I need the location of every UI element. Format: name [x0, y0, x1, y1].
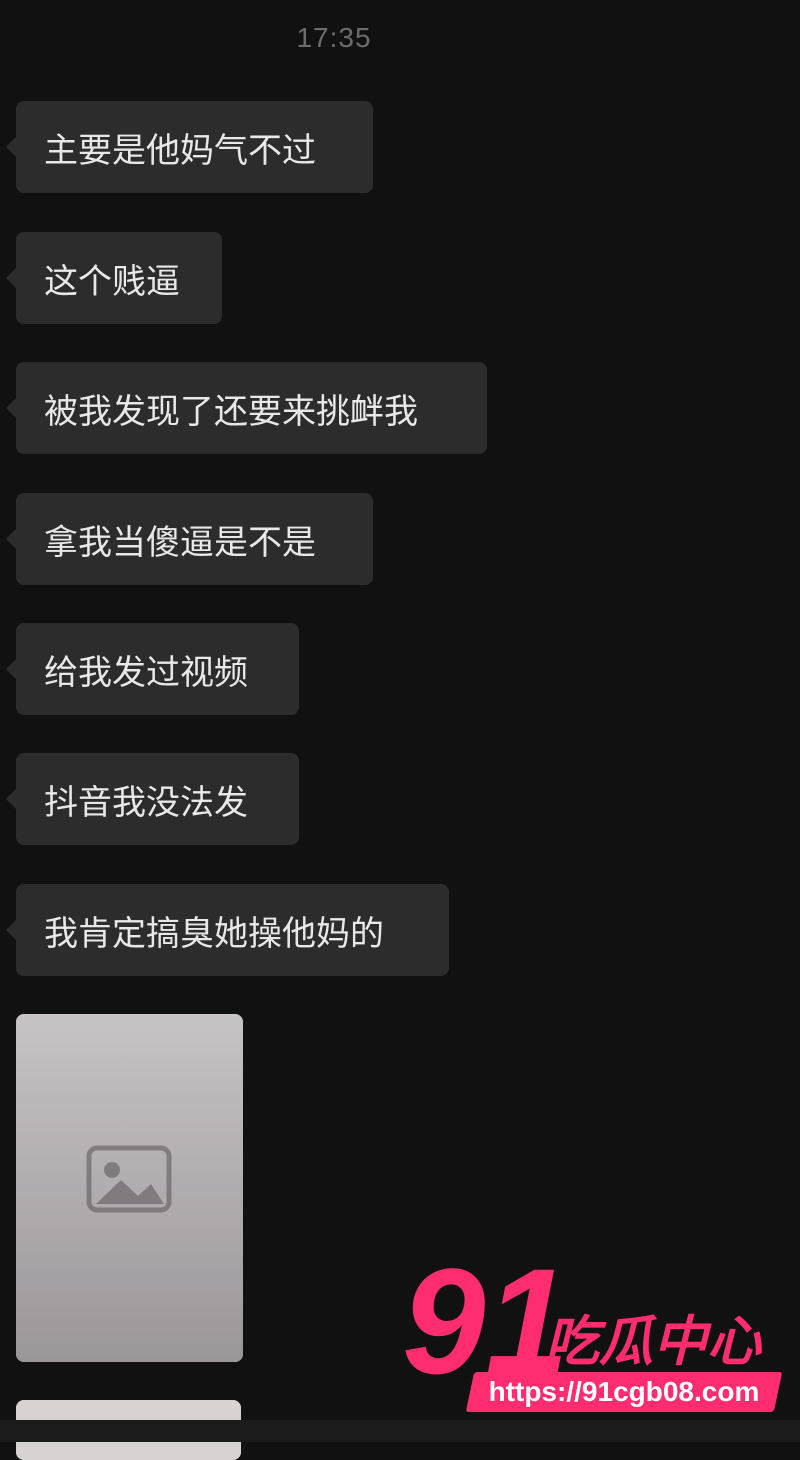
message-text: 拿我当傻逼是不是 — [44, 522, 316, 563]
message-text: 主要是他妈气不过 — [44, 130, 316, 171]
image-placeholder-icon — [16, 1014, 243, 1362]
watermark-url-text: https://91cgb08.com — [488, 1376, 760, 1407]
timestamp: 17:35 — [296, 22, 372, 53]
message-bubble[interactable]: 抖音我没法发 — [6, 753, 299, 845]
message-bubble[interactable]: 这个贱逼 — [6, 232, 222, 324]
message-bubble[interactable]: 给我发过视频 — [6, 623, 299, 715]
message-bubble[interactable]: 我肯定搞臭她操他妈的 — [6, 884, 449, 976]
message-text: 这个贱逼 — [44, 261, 180, 302]
watermark-brand: 吃瓜中心 — [545, 1310, 763, 1373]
message-text: 我肯定搞臭她操他妈的 — [44, 913, 384, 954]
message-bubble[interactable]: 被我发现了还要来挑衅我 — [6, 362, 487, 454]
image-message-thumbnail[interactable] — [16, 1014, 243, 1362]
watermark-url-badge: https://91cgb08.com — [465, 1372, 783, 1412]
message-text: 被我发现了还要来挑衅我 — [44, 391, 418, 432]
message-text: 给我发过视频 — [44, 652, 248, 693]
message-text: 抖音我没法发 — [44, 782, 248, 823]
message-bubble[interactable]: 拿我当傻逼是不是 — [6, 493, 373, 585]
message-bubble[interactable]: 主要是他妈气不过 — [6, 101, 373, 193]
bottom-bar — [0, 1420, 800, 1442]
